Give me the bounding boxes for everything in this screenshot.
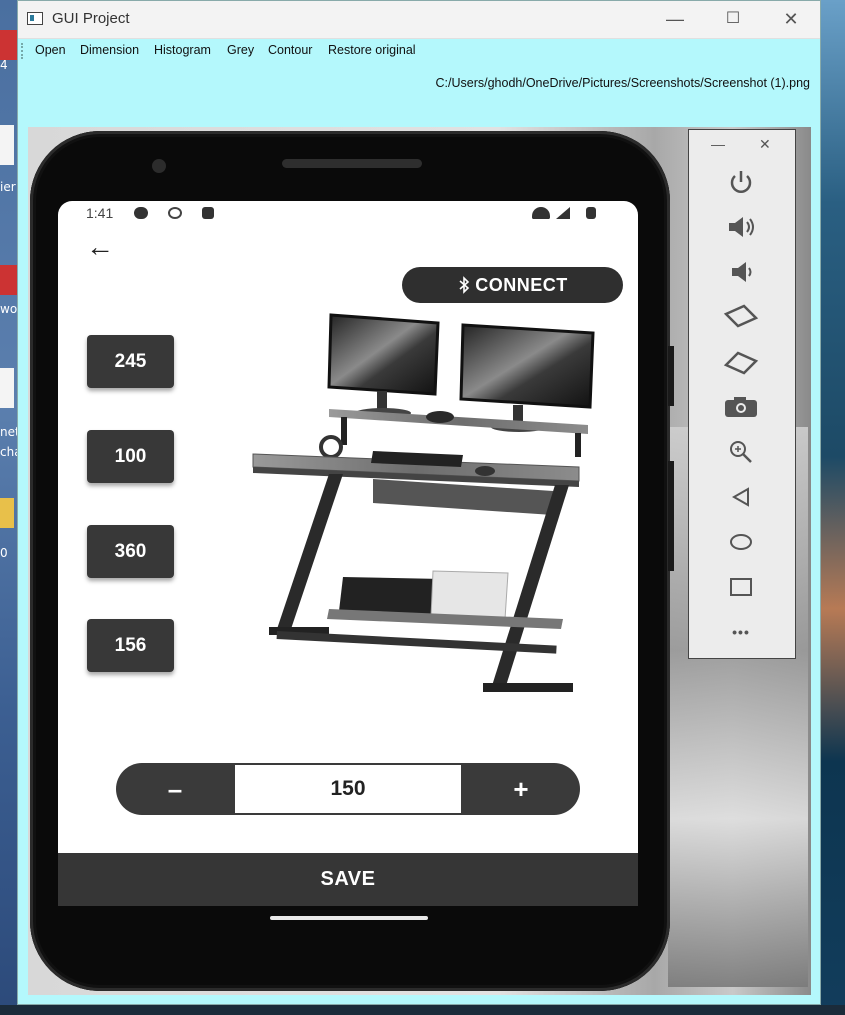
home-icon[interactable]	[719, 527, 763, 557]
app-icon	[27, 12, 43, 25]
close-button[interactable]: ✕	[773, 7, 809, 31]
menu-dimension[interactable]: Dimension	[80, 43, 139, 57]
menu-bar: Open Dimension Histogram Grey Contour Re…	[18, 39, 820, 63]
status-bar: 1:41	[58, 201, 638, 227]
overview-icon[interactable]	[719, 572, 763, 602]
desktop-folder-icon[interactable]	[0, 498, 14, 528]
desktop-vscode-icon[interactable]	[0, 368, 14, 408]
desktop-text: 0	[0, 546, 8, 560]
menu-grey[interactable]: Grey	[227, 43, 254, 57]
increment-button[interactable]: +	[462, 763, 580, 815]
volume-down-icon[interactable]	[719, 257, 763, 287]
wifi-icon	[532, 207, 550, 219]
earpiece-speaker	[282, 159, 422, 168]
menu-grip	[21, 43, 25, 59]
rotate-left-icon[interactable]	[719, 302, 763, 332]
desktop-app-icon[interactable]	[0, 265, 17, 295]
more-icon[interactable]: •••	[719, 617, 763, 647]
stepper-value-field[interactable]: 150	[235, 765, 461, 813]
rotate-right-icon[interactable]	[719, 347, 763, 377]
signal-icon	[556, 207, 570, 219]
desktop-text: ier	[0, 180, 16, 194]
camera-icon[interactable]	[719, 392, 763, 422]
desk-product-image	[252, 313, 595, 692]
status-time: 1:41	[86, 205, 114, 221]
file-path-label: C:/Users/ghodh/OneDrive/Pictures/Screens…	[435, 76, 810, 90]
minimize-button[interactable]: —	[657, 7, 693, 31]
desktop-text: net	[0, 425, 17, 439]
phone-screen: 1:41 ← CONNECT 245 100 360 156 – 150 + S…	[58, 201, 638, 906]
desktop-doc-icon[interactable]	[0, 125, 14, 165]
connect-label: CONNECT	[475, 274, 568, 295]
volume-up-icon[interactable]	[719, 212, 763, 242]
quantity-stepper: – 150 +	[116, 763, 580, 815]
preset-value-button[interactable]: 360	[87, 525, 174, 578]
menu-histogram[interactable]: Histogram	[154, 43, 211, 57]
window-title: GUI Project	[52, 10, 130, 27]
save-button[interactable]: SAVE	[58, 853, 638, 906]
desktop-app-icon[interactable]	[0, 30, 17, 60]
sd-card-icon	[202, 207, 214, 219]
power-icon[interactable]	[719, 167, 763, 197]
back-arrow-icon[interactable]: ←	[86, 231, 114, 263]
desktop-wallpaper-right	[821, 0, 845, 1015]
connect-button[interactable]: CONNECT	[402, 267, 623, 303]
image-display: 1:41 ← CONNECT 245 100 360 156 – 150 + S…	[28, 127, 811, 995]
desktop-text: cha	[0, 445, 17, 459]
back-icon[interactable]	[719, 482, 763, 512]
decrement-button[interactable]: –	[116, 763, 234, 815]
battery-icon	[586, 207, 596, 219]
maximize-button[interactable]: ☐	[715, 7, 751, 31]
phone-side-button	[668, 346, 674, 406]
desktop-left-edge: 4 ier wo net cha 0	[0, 0, 17, 1015]
preset-value-button[interactable]: 100	[87, 430, 174, 483]
menu-open[interactable]: Open	[35, 43, 66, 57]
phone-frame: 1:41 ← CONNECT 245 100 360 156 – 150 + S…	[30, 131, 674, 991]
emulator-close-button[interactable]: ✕	[759, 136, 771, 153]
phone-side-button	[668, 461, 674, 571]
gui-project-window: GUI Project — ☐ ✕ Open Dimension Histogr…	[17, 0, 821, 1005]
preset-value-button[interactable]: 245	[87, 335, 174, 388]
emulator-minimize-button[interactable]: —	[711, 136, 725, 152]
emulator-toolbar: — ✕ •••	[688, 129, 796, 659]
zoom-icon[interactable]	[719, 437, 763, 467]
bluetooth-icon	[459, 276, 470, 294]
menu-contour[interactable]: Contour	[268, 43, 312, 57]
title-bar: GUI Project — ☐ ✕	[18, 1, 820, 39]
home-indicator[interactable]	[270, 916, 428, 920]
notification-icon	[134, 207, 148, 219]
taskbar	[0, 1005, 845, 1015]
front-camera	[152, 159, 166, 173]
desktop-text: wo	[0, 302, 17, 316]
desktop-text: 4	[0, 58, 8, 72]
menu-restore-original[interactable]: Restore original	[328, 43, 416, 57]
settings-icon	[168, 207, 182, 219]
preset-value-button[interactable]: 156	[87, 619, 174, 672]
